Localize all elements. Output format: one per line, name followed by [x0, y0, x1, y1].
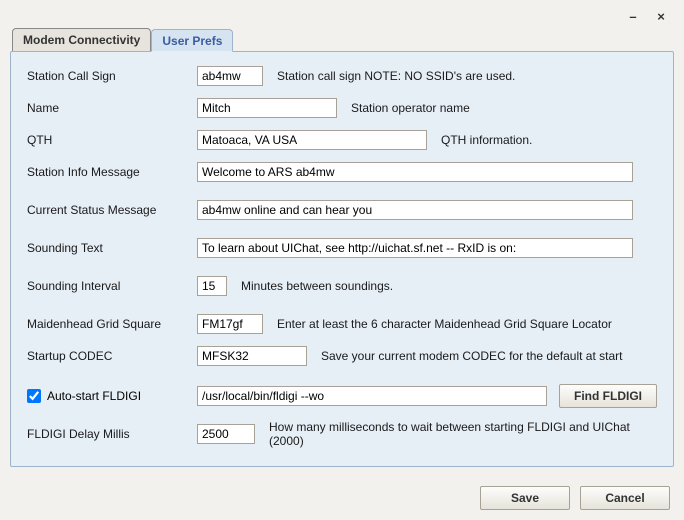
codec-label: Startup CODEC: [27, 349, 197, 363]
sounding-interval-hint: Minutes between soundings.: [241, 279, 393, 293]
autostart-label-text: Auto-start FLDIGI: [47, 389, 141, 403]
codec-hint: Save your current modem CODEC for the de…: [321, 349, 622, 363]
qth-hint: QTH information.: [441, 133, 532, 147]
delay-input[interactable]: [197, 424, 255, 444]
status-msg-input[interactable]: [197, 200, 633, 220]
close-button[interactable]: ×: [654, 9, 668, 24]
autostart-checkbox[interactable]: [27, 389, 41, 403]
call-sign-label: Station Call Sign: [27, 69, 197, 83]
find-fldigi-button[interactable]: Find FLDIGI: [559, 384, 657, 408]
sounding-interval-label: Sounding Interval: [27, 279, 197, 293]
call-sign-hint: Station call sign NOTE: NO SSID's are us…: [277, 69, 515, 83]
name-hint: Station operator name: [351, 101, 470, 115]
grid-square-input[interactable]: [197, 314, 263, 334]
delay-hint: How many milliseconds to wait between st…: [269, 420, 657, 448]
qth-label: QTH: [27, 133, 197, 147]
codec-input[interactable]: [197, 346, 307, 366]
minimize-button[interactable]: –: [626, 9, 640, 24]
tab-user-prefs[interactable]: User Prefs: [151, 29, 233, 52]
user-prefs-panel: Station Call Sign Station call sign NOTE…: [10, 51, 674, 467]
save-button[interactable]: Save: [480, 486, 570, 510]
name-input[interactable]: [197, 98, 337, 118]
autostart-checkbox-label[interactable]: Auto-start FLDIGI: [27, 389, 197, 403]
tab-strip: Modem Connectivity User Prefs: [12, 28, 674, 51]
sounding-interval-input[interactable]: [197, 276, 227, 296]
sounding-text-input[interactable]: [197, 238, 633, 258]
qth-input[interactable]: [197, 130, 427, 150]
titlebar: – ×: [10, 6, 674, 26]
cancel-button[interactable]: Cancel: [580, 486, 670, 510]
delay-label: FLDIGI Delay Millis: [27, 427, 197, 441]
sounding-text-label: Sounding Text: [27, 241, 197, 255]
status-msg-label: Current Status Message: [27, 203, 197, 217]
grid-square-hint: Enter at least the 6 character Maidenhea…: [277, 317, 612, 331]
autostart-path-input[interactable]: [197, 386, 547, 406]
station-info-input[interactable]: [197, 162, 633, 182]
station-info-label: Station Info Message: [27, 165, 197, 179]
tab-modem-connectivity[interactable]: Modem Connectivity: [12, 28, 151, 51]
grid-square-label: Maidenhead Grid Square: [27, 317, 197, 331]
name-label: Name: [27, 101, 197, 115]
call-sign-input[interactable]: [197, 66, 263, 86]
